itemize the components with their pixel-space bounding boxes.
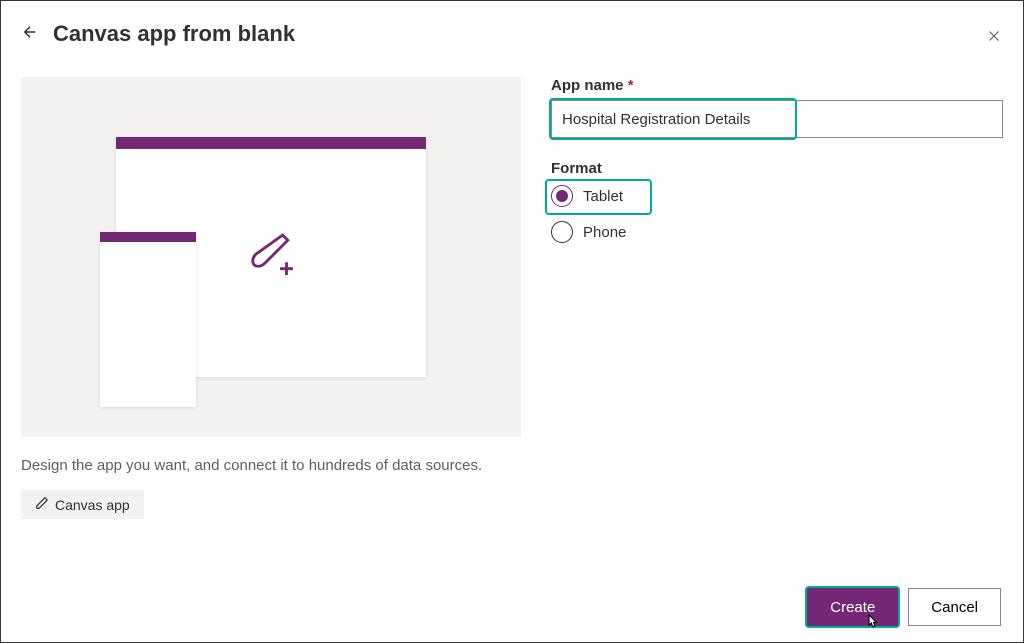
radio-option-phone[interactable]: Phone — [551, 221, 1003, 243]
dialog-header: Canvas app from blank — [1, 1, 1023, 57]
radio-dot-icon — [556, 190, 568, 202]
radio-circle-icon — [551, 185, 573, 207]
app-name-input[interactable] — [551, 100, 1003, 138]
preview-illustration — [21, 77, 521, 437]
dialog-content: Design the app you want, and connect it … — [1, 57, 1023, 539]
tag-label: Canvas app — [55, 497, 130, 513]
required-mark: * — [628, 77, 634, 94]
phone-titlebar — [100, 232, 196, 242]
preview-description: Design the app you want, and connect it … — [21, 455, 521, 476]
app-name-label: App name * — [551, 77, 1003, 94]
form-panel: App name * Format Tablet Phone — [551, 77, 1003, 519]
phone-preview — [100, 232, 196, 407]
app-name-wrapper — [551, 100, 1003, 138]
pencil-icon — [35, 496, 49, 513]
radio-option-tablet[interactable]: Tablet — [551, 185, 1003, 207]
back-arrow-icon[interactable] — [21, 23, 39, 46]
cancel-button[interactable]: Cancel — [908, 588, 1001, 626]
format-label: Format — [551, 160, 1003, 177]
radio-label-phone: Phone — [583, 224, 626, 241]
dialog-footer: Create Cancel — [807, 588, 1001, 626]
brush-plus-icon — [240, 224, 302, 291]
radio-circle-icon — [551, 221, 573, 243]
create-button[interactable]: Create — [807, 588, 898, 626]
tablet-titlebar — [116, 137, 426, 149]
format-radio-group: Tablet Phone — [551, 185, 1003, 243]
preview-panel: Design the app you want, and connect it … — [21, 77, 521, 519]
radio-label-tablet: Tablet — [583, 188, 623, 205]
close-icon[interactable] — [985, 25, 1003, 51]
dialog-title: Canvas app from blank — [53, 21, 295, 47]
canvas-app-tag: Canvas app — [21, 490, 144, 519]
